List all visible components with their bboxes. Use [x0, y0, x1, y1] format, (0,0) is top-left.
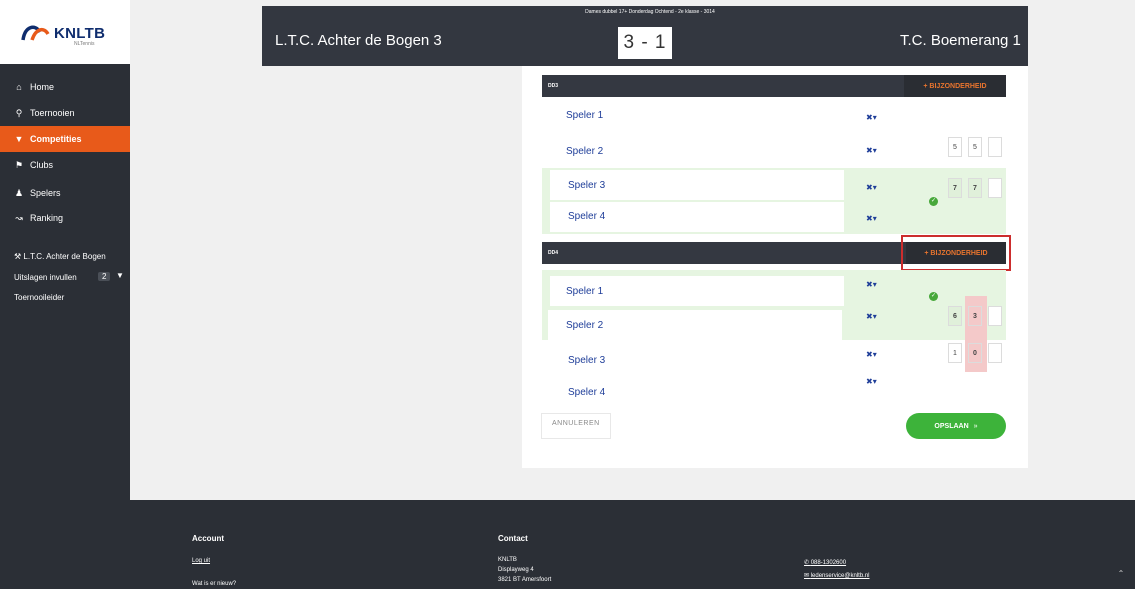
club-link[interactable]: ⚒ L.T.C. Achter de Bogen [14, 252, 106, 261]
brand-name: KNLTB [54, 25, 106, 42]
footer-account-title: Account [192, 534, 224, 543]
bijzonderheid-button-dd3[interactable]: + BIJZONDERHEID [904, 75, 1006, 97]
phone-link[interactable]: ✆ 088-1302600 [804, 559, 846, 566]
winner-check-icon: ✓ [929, 292, 938, 301]
nav-toernooien[interactable]: ⚲ Toernooien [0, 100, 130, 126]
email-address: ledenservice@knltb.nl [810, 573, 870, 579]
match-score: 3 - 1 [618, 27, 672, 59]
nav-label: Home [30, 82, 55, 92]
toernooileider-link[interactable]: Toernooileider [14, 293, 64, 302]
clear-player-button[interactable]: ✖▾ [866, 280, 877, 289]
player-name: Speler 3 [568, 355, 606, 366]
score-input[interactable]: 5 [948, 137, 962, 157]
flag-icon: ⚑ [14, 159, 24, 170]
highlight-annotation [901, 235, 1011, 271]
chevron-right-icon: » [973, 422, 978, 430]
save-button[interactable]: OPSLAAN » [906, 413, 1006, 439]
score-input[interactable]: 7 [948, 178, 962, 198]
player-name: Speler 1 [566, 110, 604, 121]
chevron-down-icon[interactable]: ▼ [116, 271, 124, 280]
clear-player-button[interactable]: ✖▾ [866, 350, 877, 359]
score-input-empty[interactable] [988, 137, 1002, 157]
clear-player-button[interactable]: ✖▾ [866, 113, 877, 122]
knltb-logo-icon [21, 25, 50, 41]
player-name: Speler 2 [566, 146, 604, 157]
competition-title: Dames dubbel 17+ Donderdag Ochtend - 2e … [585, 9, 715, 15]
phone-icon: ✆ [804, 560, 810, 566]
nav-label: Competities [30, 134, 82, 144]
phone-number: 088-1302600 [810, 560, 847, 566]
score-input[interactable]: 7 [968, 178, 982, 198]
wrench-icon: ⚒ [14, 252, 22, 261]
nav-label: Spelers [30, 188, 61, 198]
nav-label: Ranking [30, 213, 64, 223]
player-name: Speler 4 [568, 211, 606, 222]
score-input-empty[interactable] [988, 306, 1002, 326]
clear-player-button[interactable]: ✖▾ [866, 312, 877, 321]
club-name: L.T.C. Achter de Bogen [23, 252, 106, 261]
logo-area[interactable]: KNLTB NLTennis [0, 0, 130, 64]
chart-icon: ↝ [15, 212, 23, 223]
score-input-empty[interactable] [988, 343, 1002, 363]
score-input[interactable]: 3 [968, 306, 982, 326]
away-team-name: T.C. Boemerang 1 [900, 32, 1021, 49]
footer-contact-title: Contact [498, 534, 528, 543]
clear-player-button[interactable]: ✖▾ [866, 183, 877, 192]
uitslagen-link[interactable]: Uitslagen invullen [14, 273, 77, 282]
cancel-button[interactable]: ANNULEREN [552, 420, 600, 427]
org-name: KNLTB [498, 557, 517, 563]
winner-check-icon: ✓ [929, 197, 938, 206]
mail-icon: ✉ [804, 573, 810, 579]
brand-tagline: NLTennis [74, 41, 95, 47]
player-name: Speler 3 [568, 180, 606, 191]
nav-home[interactable]: ⌂ Home [0, 74, 130, 100]
trophy-icon: ⚲ [15, 107, 23, 118]
nav-label: Clubs [30, 160, 54, 170]
clear-player-button[interactable]: ✖▾ [866, 146, 877, 155]
player-name: Speler 1 [566, 286, 604, 297]
score-input[interactable]: 1 [948, 343, 962, 363]
nav-spelers[interactable]: ♟ Spelers [0, 180, 130, 206]
cup-icon: ▼ [14, 134, 24, 144]
org-city: 3821 BT Amersfoort [498, 577, 552, 583]
footer [130, 500, 1135, 589]
score-input[interactable]: 6 [948, 306, 962, 326]
player-name: Speler 2 [566, 320, 604, 331]
nav-label: Toernooien [30, 108, 75, 118]
scroll-top-icon[interactable]: ⌃ [1113, 566, 1129, 582]
player-name: Speler 4 [568, 387, 606, 398]
players-icon: ♟ [14, 187, 24, 198]
nav-competities[interactable]: ▼ Competities [0, 126, 130, 152]
email-link[interactable]: ✉ ledenservice@knltb.nl [804, 572, 870, 579]
org-street: Displayweg 4 [498, 567, 534, 573]
home-team-name: L.T.C. Achter de Bogen 3 [275, 32, 442, 49]
home-icon: ⌂ [16, 82, 22, 92]
uitslagen-count-badge: 2 [98, 272, 111, 281]
section-label-dd4: DD4 [548, 250, 559, 256]
logout-link[interactable]: Log uit [192, 558, 210, 564]
clear-player-button[interactable]: ✖▾ [866, 377, 877, 386]
nav-clubs[interactable]: ⚑ Clubs [0, 152, 130, 178]
score-input[interactable]: 5 [968, 137, 982, 157]
score-input-empty[interactable] [988, 178, 1002, 198]
section-label-dd3: DD3 [548, 83, 559, 89]
nav-ranking[interactable]: ↝ Ranking [0, 205, 130, 231]
score-input[interactable]: 0 [968, 343, 982, 363]
whats-new-link[interactable]: Wat is er nieuw? [192, 581, 236, 587]
save-label: OPSLAAN [934, 422, 969, 430]
clear-player-button[interactable]: ✖▾ [866, 214, 877, 223]
